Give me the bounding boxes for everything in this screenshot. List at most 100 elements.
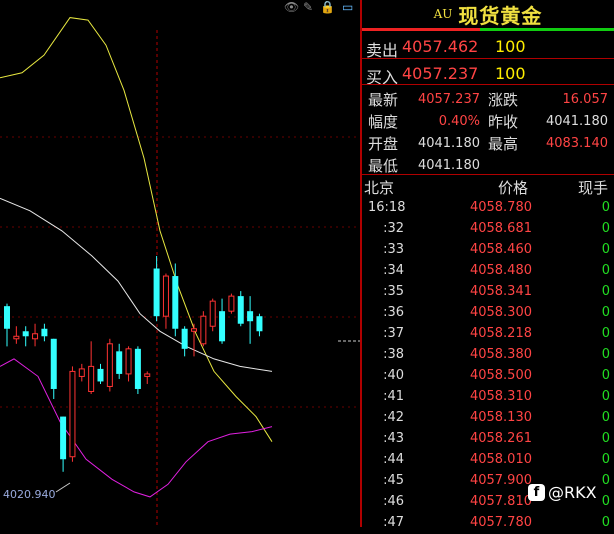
stat-row: 幅度 0.40% 昨收 4041.180 — [362, 110, 614, 132]
tick-time: :34 — [383, 263, 404, 278]
candle-body-down — [97, 368, 104, 382]
tick-time: :47 — [383, 515, 404, 530]
candle-body-up — [228, 295, 235, 312]
tick-row[interactable]: 16:18 4058.780 0 — [362, 198, 614, 219]
tick-row[interactable]: :42 4058.130 0 — [362, 408, 614, 429]
sell-volume: 100 — [495, 37, 526, 56]
stat-label: 昨收 — [488, 113, 519, 131]
stat-label: 涨跌 — [488, 91, 519, 109]
candle-body-up — [106, 343, 113, 387]
tick-row[interactable]: :40 4058.500 0 — [362, 366, 614, 387]
tick-row[interactable]: :44 4058.010 0 — [362, 450, 614, 471]
tick-price: 4057.780 — [469, 515, 532, 530]
tick-price: 4058.380 — [469, 347, 532, 362]
sell-row: 卖出 4057.462 100 — [362, 32, 614, 60]
candle-body-up — [162, 275, 169, 317]
candle-body-down — [60, 416, 67, 460]
candle-body-down — [116, 351, 123, 374]
tick-time: :45 — [383, 473, 404, 488]
candle-body-down — [237, 296, 244, 324]
tick-row[interactable]: :37 4058.218 0 — [362, 324, 614, 345]
panel-toggle-icon[interactable]: ▭ — [342, 0, 353, 14]
facebook-icon: f — [528, 484, 545, 501]
candle-body-down — [256, 316, 263, 332]
candle-body-up — [144, 373, 151, 377]
tick-time: :32 — [383, 221, 404, 236]
tick-time: :41 — [383, 389, 404, 404]
tick-price: 4058.310 — [469, 389, 532, 404]
divider-line — [362, 174, 614, 175]
tick-price: 4058.010 — [469, 452, 532, 467]
instrument-code: AU — [433, 7, 453, 21]
tick-time: :37 — [383, 326, 404, 341]
candle-body-down — [4, 306, 10, 329]
tick-volume: 0 — [601, 263, 610, 278]
tick-row[interactable]: :36 4058.300 0 — [362, 303, 614, 324]
tick-volume: 0 — [601, 242, 610, 257]
stat-value: 4041.180 — [417, 158, 480, 173]
stat-value: 4083.140 — [545, 136, 608, 151]
stat-label: 最低 — [368, 157, 399, 175]
candle-body-up — [88, 365, 95, 392]
tick-price: 4057.900 — [469, 473, 532, 488]
sell-price: 4057.462 — [402, 37, 479, 56]
time-column-header: 北京 — [364, 179, 395, 197]
candle-body-down — [134, 348, 141, 389]
bid-ask-ratio-bar — [362, 28, 614, 31]
tick-price: 4058.218 — [469, 326, 532, 341]
tick-price: 4058.780 — [469, 200, 532, 215]
tick-table-header: 北京 价格 现手 — [362, 176, 614, 197]
tick-volume: 0 — [601, 368, 610, 383]
tick-price: 4058.500 — [469, 368, 532, 383]
price-column-header: 价格 — [498, 179, 529, 197]
tick-row[interactable]: :41 4058.310 0 — [362, 387, 614, 408]
instrument-title: AU 现货黄金 — [362, 0, 614, 28]
tick-price: 4058.681 — [469, 221, 532, 236]
tick-row[interactable]: :38 4058.380 0 — [362, 345, 614, 366]
candle-body-down — [181, 328, 188, 349]
tick-row[interactable]: :34 4058.480 0 — [362, 261, 614, 282]
lock-icon[interactable]: 🔒 — [320, 0, 335, 14]
buy-row: 买入 4057.237 100 — [362, 59, 614, 87]
tick-price: 4058.480 — [469, 263, 532, 278]
candle-body-down — [153, 268, 160, 317]
stat-value: 0.40% — [438, 114, 480, 129]
tick-price: 4058.300 — [469, 305, 532, 320]
low-price-label: 4020.940 — [3, 488, 56, 501]
tick-row[interactable]: :43 4058.261 0 — [362, 429, 614, 450]
stat-row: 最低 4041.180 — [362, 154, 614, 176]
chart-canvas[interactable] — [0, 0, 360, 527]
tick-volume: 0 — [601, 515, 610, 530]
quote-panel: AU 现货黄金 卖出 4057.462 100 买入 4057.237 100 … — [362, 0, 614, 530]
tick-time: :43 — [383, 431, 404, 446]
stat-value: 4041.180 — [417, 136, 480, 151]
tick-volume: 0 — [601, 389, 610, 404]
stat-label: 开盘 — [368, 135, 399, 153]
tick-price: 4058.460 — [469, 242, 532, 257]
tick-row[interactable]: :35 4058.341 0 — [362, 282, 614, 303]
candle-body-up — [78, 368, 85, 377]
tick-row[interactable]: :32 4058.681 0 — [362, 219, 614, 240]
stat-row: 开盘 4041.180 最高 4083.140 — [362, 132, 614, 154]
tick-row[interactable]: :47 4057.780 0 — [362, 513, 614, 534]
tick-row[interactable]: :33 4058.460 0 — [362, 240, 614, 261]
stat-row: 最新 4057.237 涨跌 16.057 — [362, 88, 614, 110]
pencil-icon[interactable]: ✎ — [303, 0, 313, 14]
tick-volume: 0 — [601, 305, 610, 320]
instrument-name: 现货黄金 — [458, 3, 543, 28]
candle-body-down — [22, 331, 29, 337]
buy-volume: 100 — [495, 64, 526, 83]
tick-volume: 0 — [601, 347, 610, 362]
candle-body-up — [32, 333, 39, 340]
stat-label: 幅度 — [368, 113, 399, 131]
low-price-value: 4020.940 — [3, 488, 56, 501]
candle-body-up — [125, 348, 132, 375]
candle-body-up — [209, 300, 216, 327]
stat-label: 最新 — [368, 91, 399, 109]
tick-time: :40 — [383, 368, 404, 383]
candlestick-chart[interactable]: 👁 ✎ 🔒 ▭ 4020.940 — [0, 0, 360, 527]
candle-body-down — [247, 311, 254, 322]
eye-icon[interactable]: 👁 — [284, 0, 299, 14]
candle-body-up — [200, 315, 207, 345]
volume-column-header: 现手 — [578, 179, 609, 197]
